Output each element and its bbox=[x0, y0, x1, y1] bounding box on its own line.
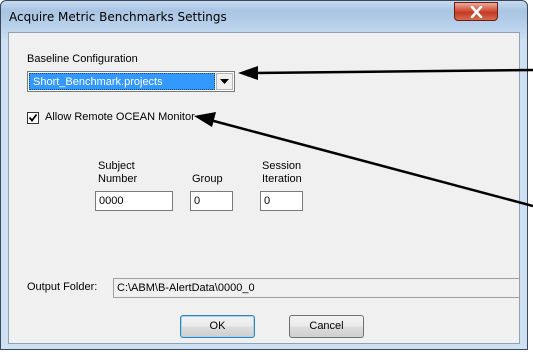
annotation-arrowhead-dropdown bbox=[238, 66, 258, 80]
annotation-arrow-checkbox bbox=[209, 118, 533, 208]
annotation-arrows bbox=[194, 66, 533, 208]
annotation-arrowhead-checkbox bbox=[194, 112, 216, 127]
annotation-arrow-dropdown bbox=[254, 68, 533, 75]
